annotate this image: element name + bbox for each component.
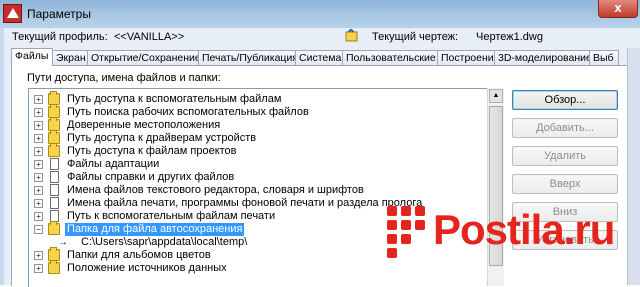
tab-user-preferences[interactable]: Пользовательские bbox=[342, 50, 438, 65]
tab-files[interactable]: Файлы bbox=[11, 48, 53, 66]
expand-icon[interactable]: + bbox=[34, 173, 43, 182]
tab-drafting[interactable]: Построения bbox=[437, 50, 499, 65]
expand-icon[interactable]: + bbox=[34, 147, 43, 156]
add-button[interactable]: Добавить... bbox=[512, 118, 618, 138]
window-edge bbox=[627, 48, 640, 285]
expand-icon[interactable]: + bbox=[34, 95, 43, 104]
expand-icon[interactable]: + bbox=[34, 134, 43, 143]
tab-display[interactable]: Экран bbox=[52, 50, 88, 65]
expand-icon[interactable]: + bbox=[34, 160, 43, 169]
tree-item-label: Файлы адаптации bbox=[67, 158, 160, 170]
window-title: Параметры bbox=[27, 7, 91, 21]
tab-strip: Файлы Экран Открытие/Сохранение Печать/П… bbox=[11, 48, 640, 66]
current-drawing-value: Чертеж1.dwg bbox=[476, 31, 543, 43]
expand-icon[interactable]: + bbox=[34, 251, 43, 260]
current-drawing-label: Текущий чертеж: bbox=[372, 31, 459, 43]
tree-item-label: Путь поиска рабочих вспомогательных файл… bbox=[67, 106, 309, 118]
expand-icon[interactable]: + bbox=[34, 212, 43, 221]
move-up-button[interactable]: Вверх bbox=[512, 174, 618, 194]
tree-item-label: C:\Users\sapr\appdata\local\temp\ bbox=[81, 236, 248, 248]
expand-icon[interactable]: + bbox=[34, 264, 43, 273]
folder-icon bbox=[48, 260, 60, 274]
drawing-icon bbox=[345, 29, 358, 42]
document-icon bbox=[50, 158, 59, 170]
arrow-icon: → bbox=[58, 237, 68, 248]
tree-item-label: Папка для файла автосохранения bbox=[65, 223, 245, 236]
tree-item-label: Путь доступа к файлам проектов bbox=[67, 145, 237, 157]
tree-item-label: Файлы справки и других файлов bbox=[67, 171, 235, 183]
tree-item-label: Путь доступа к драйверам устройств bbox=[67, 132, 257, 144]
tab-system[interactable]: Система bbox=[295, 50, 343, 65]
browse-button[interactable]: Обзор... bbox=[512, 90, 618, 110]
document-icon bbox=[50, 184, 59, 196]
current-profile-value: <<VANILLA>> bbox=[114, 31, 185, 43]
tab-open-save[interactable]: Открытие/Сохранение bbox=[87, 50, 201, 65]
tree-scrollbar[interactable]: ▲ bbox=[487, 88, 504, 286]
folder-icon bbox=[48, 221, 60, 235]
tree-item-label: Путь к вспомогательным файлам печати bbox=[67, 210, 276, 222]
collapse-icon[interactable]: − bbox=[34, 225, 43, 234]
document-icon bbox=[50, 197, 59, 209]
tab-3d-modeling[interactable]: 3D-моделирование bbox=[494, 50, 592, 65]
tree-item-label: Путь доступа к вспомогательным файлам bbox=[67, 93, 282, 105]
expand-icon[interactable]: + bbox=[34, 186, 43, 195]
close-button[interactable]: x bbox=[598, 0, 638, 18]
postila-logo-icon bbox=[387, 206, 425, 258]
remove-button[interactable]: Удалить bbox=[512, 146, 618, 166]
expand-icon[interactable]: + bbox=[34, 199, 43, 208]
expand-icon[interactable]: + bbox=[34, 108, 43, 117]
scroll-up-button[interactable]: ▲ bbox=[489, 89, 503, 103]
tree-item-label: Положение источников данных bbox=[67, 262, 227, 274]
tree-item-label: Имена файла печати, программы фоновой пе… bbox=[67, 197, 423, 209]
expand-icon[interactable]: + bbox=[34, 121, 43, 130]
autocad-app-icon bbox=[3, 4, 22, 23]
folder-icon bbox=[48, 143, 60, 157]
tab-selection[interactable]: Выб bbox=[589, 50, 619, 65]
tree-item-label: Папки для альбомов цветов bbox=[67, 249, 211, 261]
watermark-text: Postila.ru bbox=[433, 206, 615, 253]
title-bar: Параметры x bbox=[0, 0, 640, 28]
document-icon bbox=[50, 171, 59, 183]
tree-item-label: Имена файлов текстового редактора, слова… bbox=[67, 184, 364, 196]
tab-plot-publish[interactable]: Печать/Публикация bbox=[198, 50, 298, 65]
current-profile-label: Текущий профиль: bbox=[12, 31, 108, 43]
tree-item-label: Доверенные местоположения bbox=[67, 119, 221, 131]
search-paths-label: Пути доступа, имена файлов и папки: bbox=[27, 72, 221, 84]
